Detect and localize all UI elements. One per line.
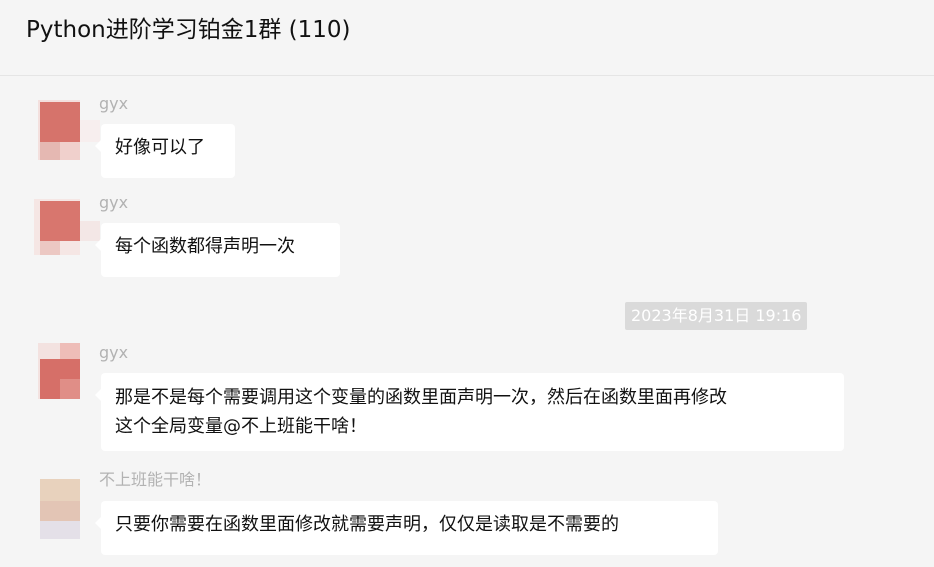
- message-text: 那是不是每个需要调用这个变量的函数里面声明一次，然后在函数里面再修改: [115, 387, 727, 408]
- message-bubble[interactable]: 好像可以了: [95, 124, 235, 178]
- message-text: 这个全局变量@不上班能干啥！: [115, 416, 367, 437]
- sender-name: gyx: [99, 193, 129, 212]
- message-text: 每个函数都得声明一次: [115, 236, 295, 257]
- avatar[interactable]: [34, 479, 80, 539]
- message-bubble[interactable]: 那是不是每个需要调用这个变量的函数里面声明一次，然后在函数里面再修改 这个全局变…: [95, 373, 844, 451]
- message-bubble[interactable]: 每个函数都得声明一次: [95, 223, 340, 277]
- chat-header: Python进阶学习铂金1群 (110): [0, 0, 934, 76]
- sender-name: gyx: [99, 94, 129, 113]
- avatar[interactable]: [34, 343, 80, 403]
- sender-name: gyx: [99, 343, 129, 362]
- message-text: 好像可以了: [115, 137, 205, 158]
- chat-title: Python进阶学习铂金1群 (110): [26, 17, 351, 43]
- sender-name: 不上班能干啥！: [99, 470, 212, 489]
- message-bubble[interactable]: 只要你需要在函数里面修改就需要声明，仅仅是读取是不需要的: [95, 501, 718, 555]
- timestamp: 2023年8月31日 19:16: [625, 302, 808, 330]
- message-text: 只要你需要在函数里面修改就需要声明，仅仅是读取是不需要的: [115, 514, 619, 535]
- avatar[interactable]: [34, 199, 100, 259]
- avatar[interactable]: [34, 100, 100, 160]
